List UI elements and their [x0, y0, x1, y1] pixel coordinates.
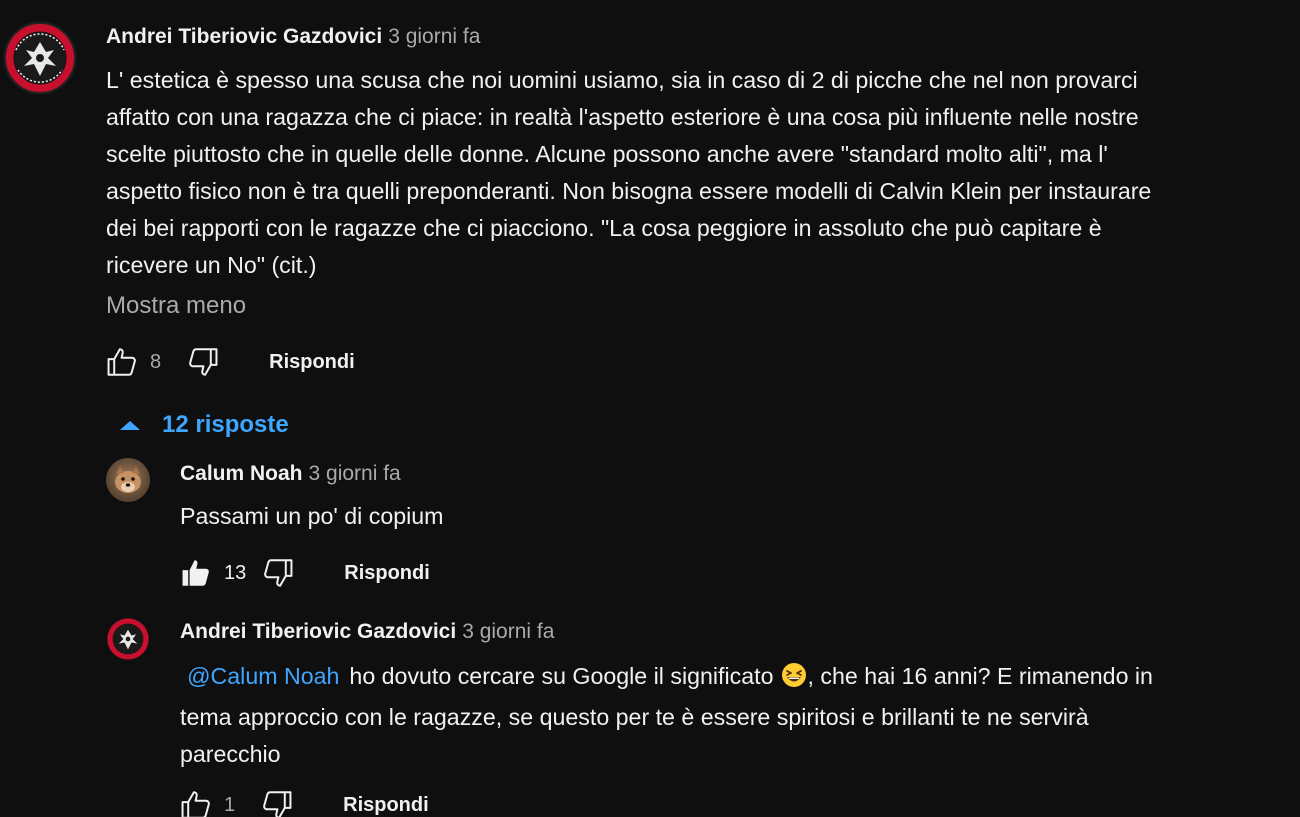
comment-text: Passami un po' di copium [180, 503, 444, 529]
like-count: 8 [150, 350, 162, 373]
comment-header: Andrei Tiberiovic Gazdovici 3 giorni fa [180, 620, 554, 644]
caret-up-icon [120, 421, 140, 430]
dislike-button[interactable] [260, 555, 296, 591]
comment-text-line: scelte piuttosto che in quelle delle don… [106, 141, 1108, 167]
comment-text: L' estetica è spesso una scusa che noi u… [106, 62, 1151, 284]
thumbs-up-icon [107, 348, 136, 376]
comment-text-segment: ho dovuto cercare su Google il significa… [349, 663, 774, 689]
like-button[interactable] [178, 787, 214, 817]
comment-action-bar: 13 Rispondi [178, 555, 430, 591]
comment-text-line: ricevere un No" (cit.) [106, 252, 317, 278]
comment-text: @Calum Noah ho dovuto cercare su Google i… [180, 658, 1153, 773]
comment-text-line: affatto con una ragazza che ci piace: in… [106, 104, 1139, 130]
comment-time[interactable]: 3 giorni fa [388, 25, 480, 48]
like-button[interactable] [104, 344, 140, 380]
thumbs-up-filled-icon [182, 560, 209, 586]
comment-time[interactable]: 3 giorni fa [462, 620, 554, 643]
author-avatar[interactable] [106, 458, 150, 502]
comments-section: Andrei Tiberiovic Gazdovici 3 giorni fa L… [0, 0, 1300, 817]
thumbs-up-icon [181, 791, 210, 817]
comment-header: Calum Noah 3 giorni fa [180, 462, 401, 486]
author-avatar[interactable] [106, 617, 150, 661]
reply-button[interactable]: Rispondi [344, 562, 430, 585]
comment-text-line: aspetto fisico non è tra quelli preponde… [106, 178, 1152, 204]
show-less-button[interactable]: Mostra meno [106, 292, 246, 320]
grinning-squinting-face-icon [781, 662, 807, 699]
comment-text-line: L' estetica è spesso una scusa che noi u… [106, 67, 1138, 93]
author-name[interactable]: Andrei Tiberiovic Gazdovici [106, 25, 382, 48]
comment-action-bar: 1 Rispondi [178, 787, 429, 817]
replies-toggle-button[interactable]: 12 risposte [118, 411, 289, 439]
author-avatar[interactable] [2, 20, 78, 96]
dog-photo-avatar-icon [106, 458, 150, 502]
like-button-active[interactable] [178, 555, 214, 591]
channel-logo-avatar-icon [106, 617, 150, 661]
comment-text-line: parecchio [180, 741, 281, 767]
reply-button[interactable]: Rispondi [343, 794, 429, 817]
comment-text-line: tema approccio con le ragazze, se questo… [180, 704, 1089, 730]
thumbs-down-icon [263, 791, 292, 817]
mention-link[interactable]: @Calum Noah [187, 663, 339, 689]
comment-text-line: @Calum Noah ho dovuto cercare su Google i… [180, 658, 1153, 699]
comment-text-segment: , che hai 16 anni? E rimanendo in [807, 663, 1153, 689]
comment-text-line: dei bei rapporti con le ragazze che ci p… [106, 215, 1102, 241]
dislike-button[interactable] [185, 344, 221, 380]
reply-button[interactable]: Rispondi [269, 351, 355, 374]
dislike-button[interactable] [259, 787, 295, 817]
thumbs-down-icon [264, 559, 293, 587]
author-name[interactable]: Calum Noah [180, 462, 303, 485]
author-name[interactable]: Andrei Tiberiovic Gazdovici [180, 620, 456, 643]
channel-logo-avatar-icon [2, 20, 78, 96]
like-count: 1 [224, 793, 236, 816]
replies-count-label: 12 risposte [162, 411, 289, 438]
like-count: 13 [224, 561, 247, 584]
thumbs-down-icon [189, 348, 218, 376]
comment-header: Andrei Tiberiovic Gazdovici 3 giorni fa [106, 25, 480, 49]
comment-action-bar: 8 Rispondi [104, 344, 355, 380]
comment-time[interactable]: 3 giorni fa [309, 462, 401, 485]
